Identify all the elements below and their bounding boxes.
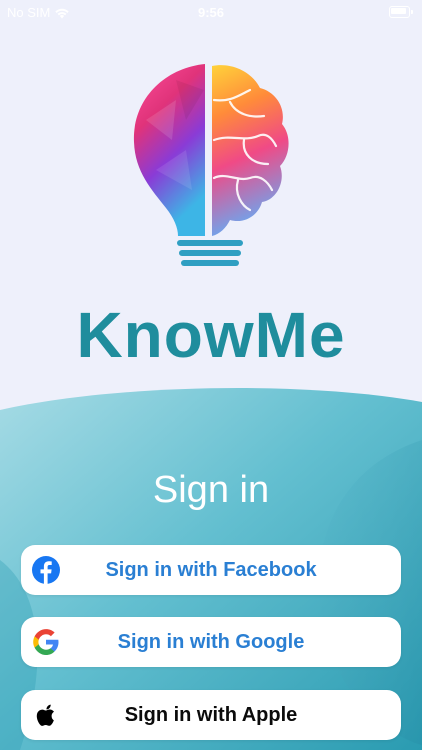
apple-sign-in-button[interactable]: Sign in with Apple bbox=[21, 690, 401, 740]
facebook-sign-in-label: Sign in with Facebook bbox=[105, 558, 317, 581]
status-bar: No SIM 9:56 bbox=[0, 0, 422, 26]
clock: 9:56 bbox=[197, 5, 225, 20]
google-icon bbox=[33, 629, 59, 655]
google-sign-in-label: Sign in with Google bbox=[117, 630, 305, 653]
google-sign-in-button[interactable]: Sign in with Google bbox=[21, 617, 401, 667]
battery-icon bbox=[389, 6, 413, 18]
apple-icon bbox=[36, 704, 54, 726]
facebook-sign-in-button[interactable]: Sign in with Facebook bbox=[21, 545, 401, 595]
facebook-icon bbox=[32, 556, 60, 584]
app-name: KnowMe bbox=[76, 299, 346, 371]
sign-in-title: Sign in bbox=[152, 469, 270, 511]
lightbulb-brain-logo bbox=[133, 64, 289, 266]
apple-sign-in-label: Sign in with Apple bbox=[124, 703, 298, 726]
